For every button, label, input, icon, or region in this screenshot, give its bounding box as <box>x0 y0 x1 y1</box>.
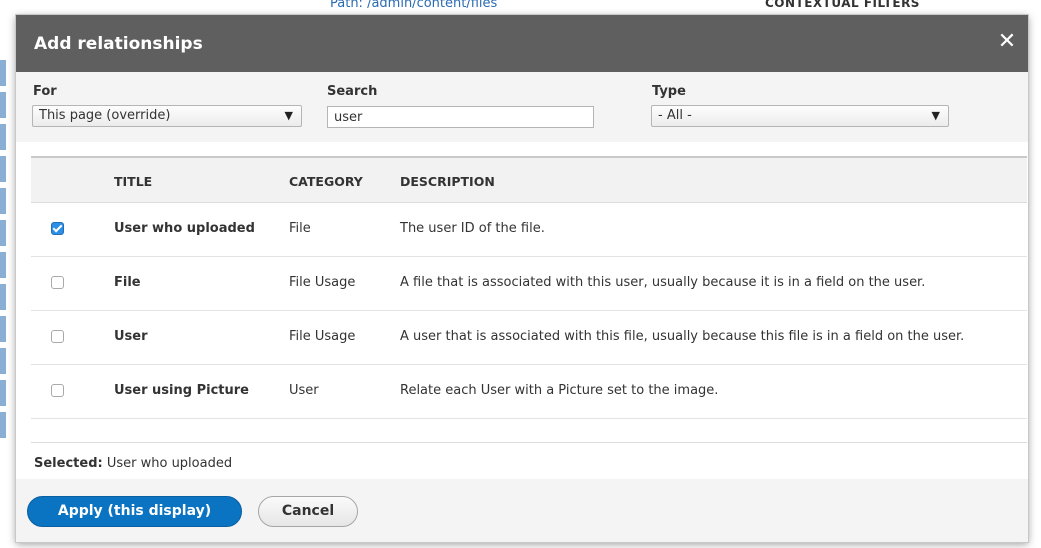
chevron-down-icon: ▼ <box>284 109 293 122</box>
column-header-category[interactable]: CATEGORY <box>289 174 363 189</box>
for-select[interactable]: This page (override) ▼ <box>32 105 302 127</box>
column-header-description[interactable]: DESCRIPTION <box>400 174 495 189</box>
search-label: Search <box>327 84 378 99</box>
row-description: A user that is associated with this file… <box>400 329 965 344</box>
selected-summary: Selected: User who uploaded <box>34 456 232 471</box>
table-row[interactable]: User who uploaded File The user ID of th… <box>31 203 1027 257</box>
relationships-table: TITLE CATEGORY DESCRIPTION User who uplo… <box>31 156 1027 443</box>
row-title: User who uploaded <box>114 221 255 236</box>
close-icon[interactable]: ✕ <box>994 28 1020 56</box>
background-left-links <box>0 60 6 480</box>
row-category: User <box>289 383 319 398</box>
row-checkbox[interactable] <box>51 222 64 235</box>
row-category: File <box>289 221 311 236</box>
row-title: User <box>114 329 148 344</box>
selected-value: User who uploaded <box>106 456 233 471</box>
row-checkbox[interactable] <box>51 276 64 289</box>
table-row[interactable]: User File Usage A user that is associate… <box>31 311 1027 365</box>
type-label: Type <box>652 84 686 99</box>
type-select-value: - All - <box>658 108 692 123</box>
column-header-title[interactable]: TITLE <box>114 174 152 189</box>
apply-button[interactable]: Apply (this display) <box>27 496 242 527</box>
row-title: User using Picture <box>114 383 249 398</box>
row-checkbox[interactable] <box>51 384 64 397</box>
selected-label: Selected: <box>34 456 103 471</box>
row-description: The user ID of the file. <box>400 221 545 236</box>
row-category: File Usage <box>289 275 356 290</box>
dialog-titlebar: Add relationships ✕ <box>16 15 1028 72</box>
for-label: For <box>33 84 57 99</box>
dialog-footer: Apply (this display) Cancel <box>16 479 1028 542</box>
background-contextual-filters: CONTEXTUAL FILTERS <box>765 0 920 10</box>
chevron-down-icon: ▼ <box>931 109 940 122</box>
add-relationships-dialog: Add relationships ✕ For This page (overr… <box>16 15 1028 542</box>
type-select[interactable]: - All - ▼ <box>651 105 949 127</box>
table-header: TITLE CATEGORY DESCRIPTION <box>31 156 1027 203</box>
cancel-button[interactable]: Cancel <box>258 496 358 527</box>
row-description: Relate each User with a Picture set to t… <box>400 383 719 398</box>
table-row[interactable]: User using Picture User Relate each User… <box>31 365 1027 419</box>
background-path-text: Path: /admin/content/files <box>330 0 498 11</box>
row-checkbox[interactable] <box>51 330 64 343</box>
row-description: A file that is associated with this user… <box>400 275 926 290</box>
dialog-title: Add relationships <box>34 34 203 54</box>
search-input[interactable]: user <box>327 106 594 128</box>
background-header: Path: /admin/content/files CONTEXTUAL FI… <box>0 0 1041 16</box>
filter-bar: For This page (override) ▼ Search user T… <box>16 72 1028 142</box>
row-title: File <box>114 275 141 290</box>
search-input-value: user <box>334 110 363 125</box>
for-select-value: This page (override) <box>39 108 171 123</box>
table-row[interactable]: File File Usage A file that is associate… <box>31 257 1027 311</box>
row-category: File Usage <box>289 329 356 344</box>
